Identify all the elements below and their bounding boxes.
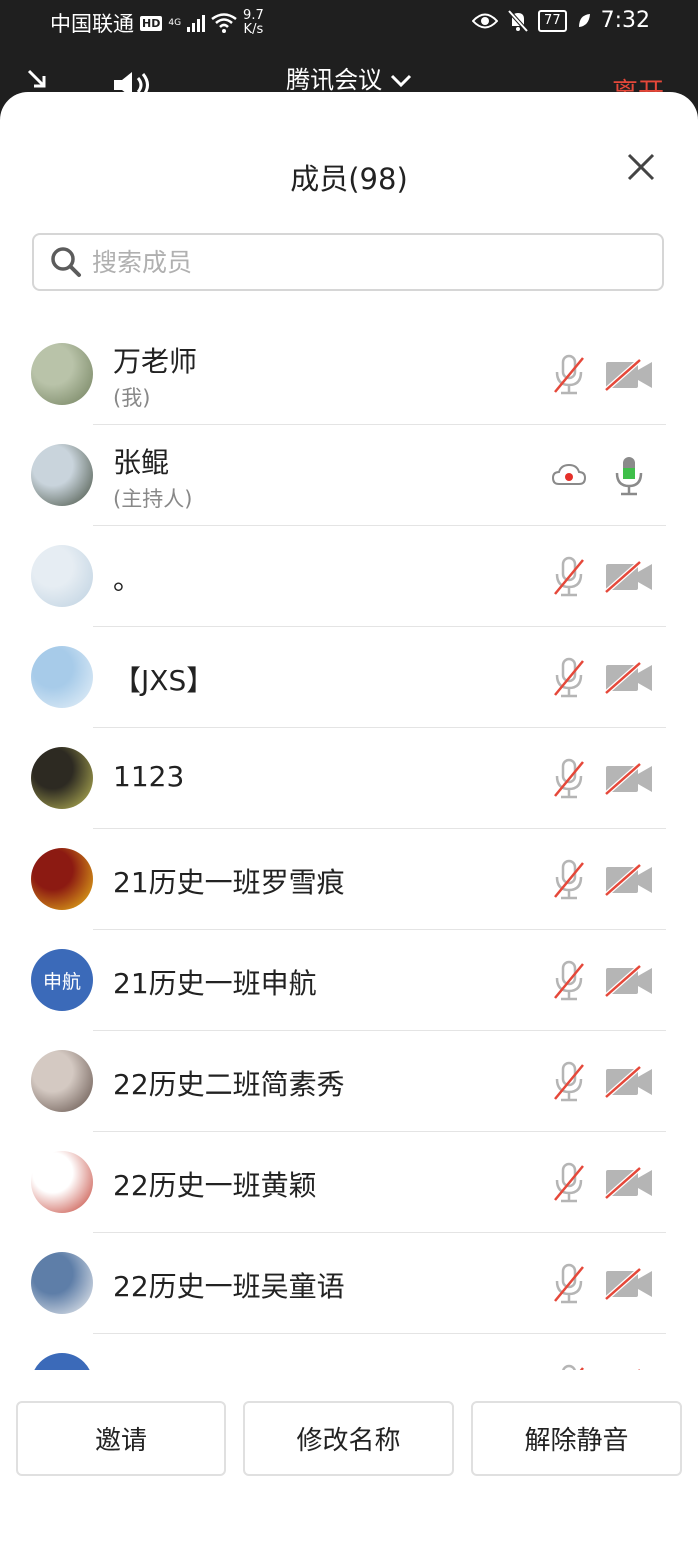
action-bar: 邀请 修改名称 解除静音 — [0, 1400, 698, 1480]
camera-off-icon[interactable] — [604, 864, 654, 896]
status-bar: 中国联通 HD 4G 9.7 K/s 77 7:32 — [0, 0, 698, 48]
carrier-label: 中国联通 — [50, 12, 134, 36]
member-name: 21历史一班申航 — [113, 967, 317, 1000]
member-name: 1123 — [113, 760, 185, 793]
mic-muted-icon[interactable] — [552, 1364, 586, 1370]
camera-off-icon[interactable] — [604, 1066, 654, 1098]
mic-muted-icon[interactable] — [552, 657, 586, 699]
cloud-recording-icon — [552, 463, 586, 485]
avatar — [31, 545, 93, 607]
member-row[interactable]: 万老师 (我) — [0, 324, 698, 425]
mic-muted-icon[interactable] — [552, 960, 586, 1002]
camera-off-icon[interactable] — [604, 1369, 654, 1370]
member-row[interactable]: 22历史一班黄颖 — [0, 1132, 698, 1233]
network-speed: 9.7 K/s — [243, 8, 264, 37]
avatar — [31, 646, 93, 708]
bell-off-icon — [508, 9, 529, 32]
avatar — [31, 1151, 93, 1213]
member-name: 【JXS】 — [113, 664, 215, 697]
search-icon — [51, 247, 81, 277]
member-row[interactable]: 22历史一班吴童语 — [0, 1233, 698, 1334]
member-name: 22历史一班吴童语 — [113, 1270, 345, 1303]
camera-off-icon[interactable] — [604, 1268, 654, 1300]
mic-muted-icon[interactable] — [552, 1162, 586, 1204]
mic-muted-icon[interactable] — [552, 354, 586, 396]
mic-muted-icon[interactable] — [552, 1061, 586, 1103]
avatar-initials: 申航 — [42, 970, 81, 993]
camera-off-icon[interactable] — [604, 965, 654, 997]
search-box[interactable] — [32, 233, 664, 291]
avatar — [31, 848, 93, 910]
eye-icon — [472, 13, 499, 28]
camera-off-icon[interactable] — [604, 662, 654, 694]
member-list[interactable]: 万老师 (我) 张鲲 (主持人) 。 【JXS】 1123 21历史一班罗雪痕 … — [0, 324, 698, 1370]
avatar — [31, 343, 93, 405]
avatar — [31, 747, 93, 809]
member-role: (我) — [113, 386, 151, 410]
avatar — [31, 1050, 93, 1112]
chevron-down-icon — [390, 74, 411, 88]
mic-muted-icon[interactable] — [552, 1263, 586, 1305]
avatar: 申航 — [31, 949, 93, 1011]
leaf-icon — [578, 13, 590, 27]
members-panel: 成员(98) 万老师 (我) 张鲲 (主持人) 。 【JXS】 — [0, 92, 698, 1552]
camera-off-icon[interactable] — [604, 561, 654, 593]
rename-button[interactable]: 修改名称 — [243, 1401, 454, 1476]
member-row[interactable]: 21历史一班罗雪痕 — [0, 829, 698, 930]
invite-button[interactable]: 邀请 — [16, 1401, 226, 1476]
member-name: 万老师 — [113, 345, 198, 378]
hd-badge: HD — [140, 15, 163, 31]
close-icon[interactable] — [624, 150, 658, 184]
member-row[interactable]: 【JXS】 — [0, 627, 698, 728]
camera-off-icon[interactable] — [604, 359, 654, 391]
member-row[interactable]: 22历史二班简素秀 — [0, 1031, 698, 1132]
mic-active-icon[interactable] — [612, 455, 646, 497]
member-role: (主持人) — [113, 487, 193, 511]
meeting-title-text: 腾讯会议 — [286, 66, 383, 94]
signal-icon — [187, 14, 206, 32]
wifi-icon — [211, 13, 237, 33]
member-row[interactable]: 张鲲 (主持人) — [0, 425, 698, 526]
member-row[interactable]: 。 — [0, 526, 698, 627]
avatar — [31, 1252, 93, 1314]
mic-muted-icon[interactable] — [552, 758, 586, 800]
mic-muted-icon[interactable] — [552, 859, 586, 901]
panel-title: 成员(98) — [290, 162, 408, 196]
member-name: 22历史一班黄颖 — [113, 1169, 317, 1202]
meeting-title[interactable]: 腾讯会议 — [0, 60, 698, 95]
battery-indicator: 77 — [538, 9, 567, 32]
network-type: 4G — [168, 17, 182, 28]
meeting-topbar: 腾讯会议 离开 — [0, 48, 698, 108]
camera-off-icon[interactable] — [604, 763, 654, 795]
search-input[interactable] — [90, 246, 634, 278]
member-row[interactable] — [0, 1334, 698, 1370]
avatar — [31, 1353, 93, 1370]
member-name: 21历史一班罗雪痕 — [113, 866, 345, 899]
member-name: 22历史二班简素秀 — [113, 1068, 345, 1101]
member-name: 张鲲 — [113, 446, 170, 479]
avatar — [31, 444, 93, 506]
unmute-button[interactable]: 解除静音 — [471, 1401, 682, 1476]
member-name: 。 — [113, 563, 142, 596]
member-row[interactable]: 1123 — [0, 728, 698, 829]
mic-muted-icon[interactable] — [552, 556, 586, 598]
clock: 7:32 — [600, 8, 650, 33]
member-row[interactable]: 申航 21历史一班申航 — [0, 930, 698, 1031]
camera-off-icon[interactable] — [604, 1167, 654, 1199]
